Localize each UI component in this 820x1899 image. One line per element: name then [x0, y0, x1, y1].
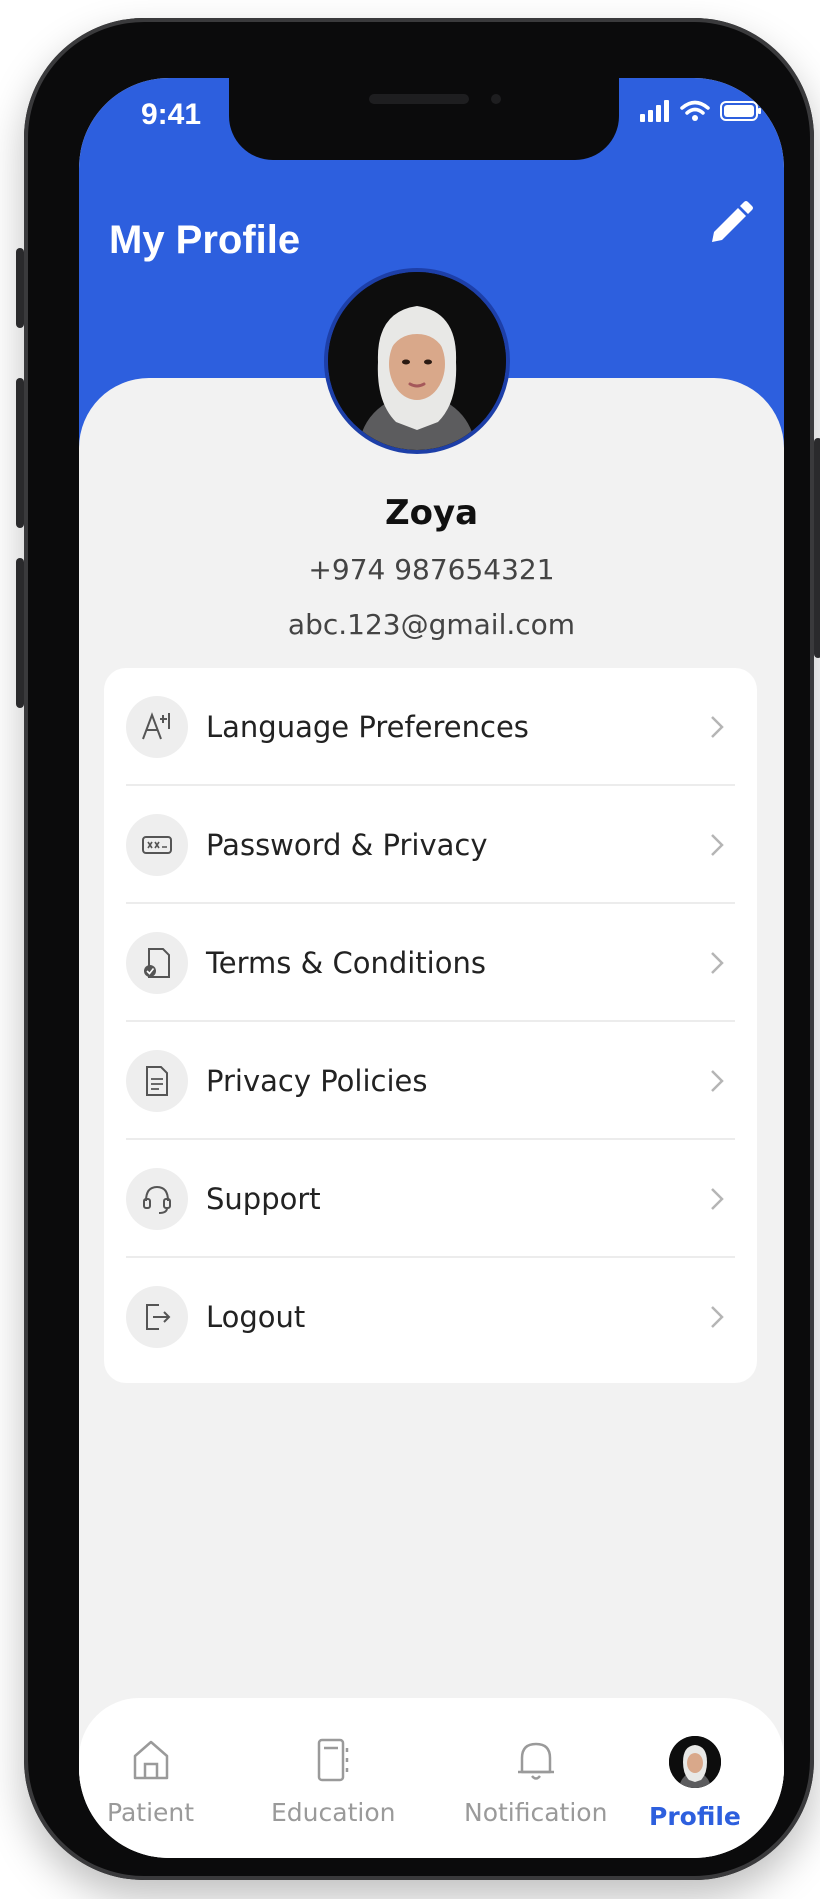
notebook-icon: [317, 1738, 349, 1782]
menu-item-logout[interactable]: Logout: [104, 1258, 757, 1376]
policy-document-icon: [126, 1050, 188, 1112]
chevron-right-icon: [711, 1306, 724, 1328]
menu-item-terms-conditions[interactable]: Terms & Conditions: [104, 904, 757, 1022]
menu-item-support[interactable]: Support: [104, 1140, 757, 1258]
language-icon: [126, 696, 188, 758]
nav-label: Profile: [649, 1802, 741, 1831]
menu-item-language-preferences[interactable]: Language Preferences: [104, 668, 757, 786]
menu-item-label: Logout: [206, 1300, 306, 1334]
phone-frame: 9:41 My Profile Zoya +974 987654321 abc.…: [16, 18, 820, 1880]
wifi-icon: [680, 100, 710, 121]
status-icons: [640, 100, 762, 122]
logout-icon: [126, 1286, 188, 1348]
profile-avatar[interactable]: [324, 268, 510, 454]
menu-item-privacy-policies[interactable]: Privacy Policies: [104, 1022, 757, 1140]
menu-item-label: Password & Privacy: [206, 828, 488, 862]
edit-profile-button[interactable]: [702, 196, 758, 252]
menu-item-label: Privacy Policies: [206, 1064, 428, 1098]
chevron-right-icon: [711, 952, 724, 974]
profile-phone: +974 987654321: [308, 553, 555, 586]
password-icon: [126, 814, 188, 876]
terms-document-icon: [126, 932, 188, 994]
pencil-icon: [712, 201, 753, 242]
nav-label: Notification: [464, 1798, 608, 1827]
nav-label: Patient: [107, 1798, 195, 1827]
nav-item-notification[interactable]: Notification: [464, 1736, 607, 1827]
settings-menu: Language Preferences Password & Privacy: [104, 668, 757, 1383]
signal-icon: [640, 100, 669, 122]
bell-icon: [517, 1742, 554, 1780]
headset-icon: [126, 1168, 188, 1230]
chevron-right-icon: [711, 1188, 724, 1210]
nav-label: Education: [271, 1798, 396, 1827]
menu-item-label: Language Preferences: [206, 710, 529, 744]
nav-item-profile[interactable]: Profile: [649, 1736, 741, 1831]
chevron-right-icon: [711, 1070, 724, 1092]
profile-email: abc.123@gmail.com: [287, 608, 576, 641]
home-icon: [133, 1740, 168, 1780]
nav-item-patient[interactable]: Patient: [107, 1736, 194, 1827]
mute-switch: [16, 248, 24, 328]
volume-up-button: [16, 378, 24, 528]
volume-down-button: [16, 558, 24, 708]
power-button: [814, 438, 820, 658]
status-time: 9:41: [141, 98, 202, 131]
menu-item-label: Terms & Conditions: [206, 946, 486, 980]
person-portrait: [328, 272, 506, 450]
avatar-photo: [328, 272, 506, 450]
chevron-right-icon: [711, 834, 724, 856]
nav-item-education[interactable]: Education: [271, 1736, 395, 1827]
menu-item-label: Support: [206, 1182, 321, 1216]
profile-name: Zoya: [384, 493, 479, 533]
speaker: [369, 94, 469, 104]
battery-icon: [720, 101, 761, 121]
chevron-right-icon: [711, 716, 724, 738]
avatar: [668, 1736, 721, 1788]
front-camera: [491, 94, 501, 104]
notch: [229, 78, 619, 160]
bottom-navigation: Patient Education Notification Profile: [79, 1698, 784, 1858]
page-title: My Profile: [109, 218, 301, 262]
menu-item-password-privacy[interactable]: Password & Privacy: [104, 786, 757, 904]
app-screen: 9:41 My Profile Zoya +974 987654321 abc.…: [79, 78, 784, 1858]
